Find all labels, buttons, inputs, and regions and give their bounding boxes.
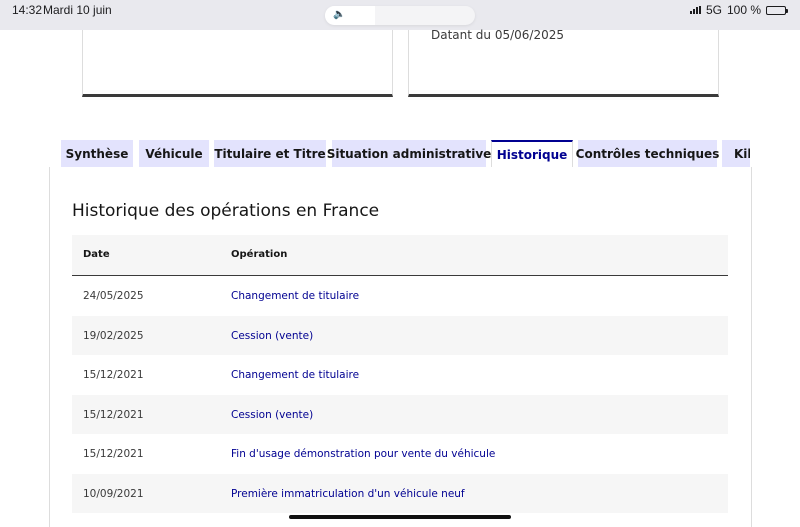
signal-icon [689, 6, 701, 14]
volume-indicator: 🔈 [325, 6, 475, 25]
status-time: 14:32 [12, 3, 43, 17]
row-date: 15/12/2021 [83, 448, 144, 460]
tab-situation-administrative[interactable]: Situation administrative [327, 140, 491, 168]
tab-label: Situation administrative [326, 147, 492, 161]
status-right: 5G 100 % [689, 3, 788, 17]
tab-bar: Synthèse Véhicule Titulaire et Titre Sit… [60, 140, 750, 168]
tab-controles-techniques[interactable]: Contrôles techniques [575, 140, 720, 168]
speaker-icon: 🔈 [333, 9, 346, 20]
tab-label: Contrôles techniques [575, 147, 720, 161]
table-row: 15/12/2021 Fin d'usage démonstration pou… [72, 434, 728, 474]
row-operation-link[interactable]: Cession (vente) [231, 409, 313, 421]
battery-icon [766, 5, 788, 15]
row-operation-link[interactable]: Changement de titulaire [231, 369, 359, 381]
tab-label: Kilo [734, 147, 750, 161]
row-date: 15/12/2021 [83, 408, 144, 421]
row-date: 10/09/2021 [83, 487, 144, 500]
row-operation-link[interactable]: Changement de titulaire [231, 290, 359, 302]
tab-vehicule[interactable]: Véhicule [139, 140, 209, 168]
table-row: 10/09/2021 Première immatriculation d'un… [72, 473, 728, 513]
table-row: 15/12/2021 Cession (vente) [72, 394, 728, 434]
tab-label: Titulaire et Titre [214, 147, 326, 161]
row-operation-link[interactable]: Cession (vente) [231, 330, 313, 342]
tab-kilometrage[interactable]: Kilo [722, 140, 750, 168]
table-row: 15/12/2021 Changement de titulaire [72, 355, 728, 395]
header-date: Date [83, 249, 110, 260]
info-card-left [82, 30, 393, 97]
tab-label: Synthèse [65, 147, 129, 161]
row-date: 19/02/2025 [83, 329, 144, 342]
header-operation: Opération [231, 249, 288, 260]
row-date: 24/05/2025 [83, 290, 144, 302]
table-row: 24/05/2025 Changement de titulaire [72, 276, 728, 316]
tab-synthese[interactable]: Synthèse [61, 140, 133, 168]
row-operation-link[interactable]: Première immatriculation d'un véhicule n… [231, 488, 465, 500]
table-header: Date Opération [72, 235, 728, 276]
card-date-text: Datant du 05/06/2025 [431, 28, 564, 42]
table-row: 19/02/2025 Cession (vente) [72, 315, 728, 355]
history-table: Date Opération 24/05/2025 Changement de … [72, 235, 728, 513]
section-title: Historique des opérations en France [72, 201, 380, 221]
status-date: Mardi 10 juin [43, 3, 112, 17]
row-operation-link[interactable]: Fin d'usage démonstration pour vente du … [231, 448, 495, 460]
battery-label: 100 % [726, 3, 761, 17]
info-card-right: Datant du 05/06/2025 [408, 28, 719, 97]
network-label: 5G [705, 3, 722, 17]
tab-titulaire-et-titre[interactable]: Titulaire et Titre [214, 140, 326, 168]
tab-historique[interactable]: Historique [491, 140, 573, 168]
tab-label: Véhicule [145, 147, 203, 161]
row-date: 15/12/2021 [83, 369, 144, 381]
tab-label: Historique [496, 148, 568, 162]
home-indicator [289, 515, 511, 519]
